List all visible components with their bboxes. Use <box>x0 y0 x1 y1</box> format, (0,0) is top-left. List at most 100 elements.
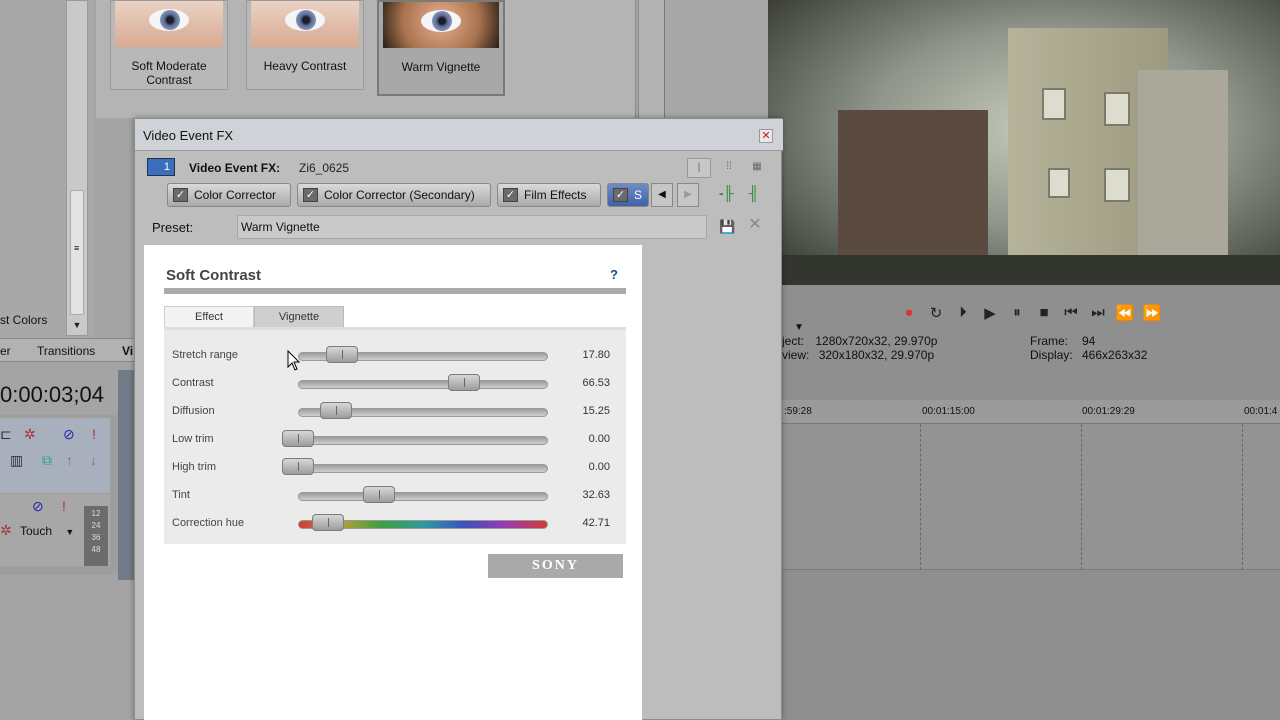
frame-value: 94 <box>1082 334 1096 348</box>
preset-value: Warm Vignette <box>241 220 320 234</box>
slider-value: 0.00 <box>588 433 610 445</box>
save-preset-icon[interactable]: 💾 <box>719 219 735 235</box>
panel-divider <box>638 0 664 118</box>
solo-icon[interactable]: ! <box>62 498 66 514</box>
slider-knob[interactable] <box>448 374 480 391</box>
transport-bar: ● ↻ ⏵ ▶ ⏸ ■ ⏮ ⏭ ⏪ ⏩ <box>782 296 1280 334</box>
video-track-lane[interactable] <box>782 424 1280 500</box>
checkbox-icon[interactable]: ✓ <box>303 188 318 202</box>
slider-track[interactable] <box>298 380 548 389</box>
pause-icon[interactable]: ⏸ <box>1007 304 1027 321</box>
ruler-tick: 00:01:29:29 <box>1082 406 1135 417</box>
help-icon[interactable]: ? <box>610 267 618 282</box>
slider-label: Stretch range <box>172 349 239 361</box>
eye-image-icon <box>421 10 461 32</box>
preset-label: Preset: <box>152 220 194 235</box>
checkbox-icon[interactable]: ✓ <box>613 188 628 202</box>
solo-icon[interactable]: ! <box>92 426 96 442</box>
ruler-tick: :59:28 <box>784 406 812 417</box>
slider-track[interactable] <box>298 492 548 501</box>
tab-effect[interactable]: Effect <box>164 306 254 328</box>
preset-category-label: st Colors <box>0 313 48 327</box>
slider-knob[interactable] <box>320 402 352 419</box>
slider-label: High trim <box>172 461 217 473</box>
slider-track[interactable] <box>284 464 548 473</box>
stop-icon[interactable]: ■ <box>1034 304 1054 321</box>
checkbox-icon[interactable]: ✓ <box>173 188 188 202</box>
automation-mode-select[interactable]: Touch ▼ <box>20 524 74 538</box>
tab-video-fx[interactable]: Vi <box>122 344 133 358</box>
preview-label: view: <box>782 348 810 362</box>
plugin-film-effects[interactable]: ✓ Film Effects <box>497 183 601 207</box>
scroll-right-icon[interactable]: ▶ <box>677 183 699 207</box>
preset-thumb-warm-vignette[interactable]: Warm Vignette <box>377 0 505 96</box>
grid-line <box>920 424 921 570</box>
slider-label: Low trim <box>172 433 214 445</box>
preset-dropdown[interactable]: Warm Vignette ▼ <box>237 215 804 333</box>
tab-vignette[interactable]: Vignette <box>254 306 344 328</box>
side-panel <box>664 0 768 118</box>
plugin-soft-contrast[interactable]: ✓ S <box>607 183 649 207</box>
slider-knob[interactable] <box>363 486 395 503</box>
loop-icon[interactable]: ↻ <box>926 304 946 322</box>
dialog-title-bar[interactable]: Video Event FX ✕ <box>135 119 783 151</box>
slider-row-tint: Tint 32.63 <box>164 483 626 511</box>
remove-plugin-icon[interactable]: ╢ <box>749 185 759 201</box>
track-fx-icon[interactable]: ✲ <box>0 522 12 539</box>
go-to-start-icon[interactable]: ⏮ <box>1061 304 1081 321</box>
motion-icon[interactable]: ⧉ <box>42 452 52 469</box>
down-icon[interactable]: ↓ <box>90 452 97 468</box>
audio-track-lane[interactable] <box>782 494 1280 570</box>
video-preview <box>768 0 1280 285</box>
checkbox-icon[interactable]: ✓ <box>503 188 518 202</box>
tab-explorer[interactable]: er <box>0 344 11 358</box>
fader-icon[interactable]: ▥ <box>10 452 23 469</box>
view-list-icon[interactable]: ⁞⁞ <box>717 158 741 178</box>
preset-thumb-soft-moderate-contrast[interactable]: Soft Moderate Contrast <box>110 0 228 90</box>
slider-row-low-trim: Low trim 0.00 <box>164 427 626 455</box>
slider-value: 32.63 <box>582 489 610 501</box>
slider-track[interactable] <box>284 436 548 445</box>
view-single-icon[interactable]: | <box>687 158 711 178</box>
eye-image-icon <box>149 9 189 31</box>
preset-thumb-heavy-contrast[interactable]: Heavy Contrast <box>246 0 364 90</box>
eye-image-icon <box>285 9 325 31</box>
delete-preset-icon[interactable]: ✕ <box>747 217 763 233</box>
meter-tick: 36 <box>91 533 101 542</box>
prev-frame-icon[interactable]: ⏪ <box>1115 304 1135 322</box>
close-button[interactable]: ✕ <box>759 129 773 143</box>
scroll-left-icon[interactable]: ◀ <box>651 183 673 207</box>
slider-knob[interactable] <box>326 346 358 363</box>
plugin-color-corrector-secondary[interactable]: ✓ Color Corrector (Secondary) <box>297 183 491 207</box>
play-from-start-icon[interactable]: ⏵ <box>953 304 973 321</box>
slider-knob[interactable] <box>282 430 314 447</box>
next-frame-icon[interactable]: ⏩ <box>1142 304 1162 322</box>
record-icon[interactable]: ● <box>899 304 919 321</box>
panel-title: Soft Contrast <box>166 267 261 284</box>
preview-value: 320x180x32, 29.970p <box>818 348 935 362</box>
compositing-icon[interactable]: ⊏ <box>0 426 12 443</box>
video-track-header[interactable]: ⊏ ✲ ⊘ ! ▥ ⧉ ↑ ↓ <box>0 418 110 493</box>
grid-line <box>1081 424 1082 570</box>
plugin-chain-icon[interactable]: -╟ <box>719 185 734 201</box>
tab-transitions[interactable]: Transitions <box>37 344 95 358</box>
view-grid-icon[interactable]: ▦ <box>745 158 769 178</box>
slider-knob[interactable] <box>282 458 314 475</box>
mute-icon[interactable]: ⊘ <box>32 498 44 515</box>
slider-knob[interactable] <box>312 514 344 531</box>
scroll-down-icon[interactable]: ▼ <box>70 318 84 332</box>
timeline-ruler[interactable]: :59:28 00:01:15:00 00:01:29:29 00:01:4 <box>782 400 1280 424</box>
grid-line <box>1242 424 1243 570</box>
chevron-down-icon: ▼ <box>65 527 75 537</box>
track-fx-icon[interactable]: ✲ <box>24 426 36 443</box>
ruler-tick: 00:01:4 <box>1244 406 1278 417</box>
slider-label: Contrast <box>172 377 214 389</box>
plugin-color-corrector[interactable]: ✓ Color Corrector <box>167 183 291 207</box>
go-to-end-icon[interactable]: ⏭ <box>1088 304 1108 321</box>
up-icon[interactable]: ↑ <box>66 452 73 468</box>
slider-value: 15.25 <box>582 405 610 417</box>
building-shape <box>838 110 988 260</box>
play-icon[interactable]: ▶ <box>980 304 1000 322</box>
mute-icon[interactable]: ⊘ <box>63 426 75 443</box>
scrollbar-thumb[interactable]: ≡ <box>70 190 84 315</box>
